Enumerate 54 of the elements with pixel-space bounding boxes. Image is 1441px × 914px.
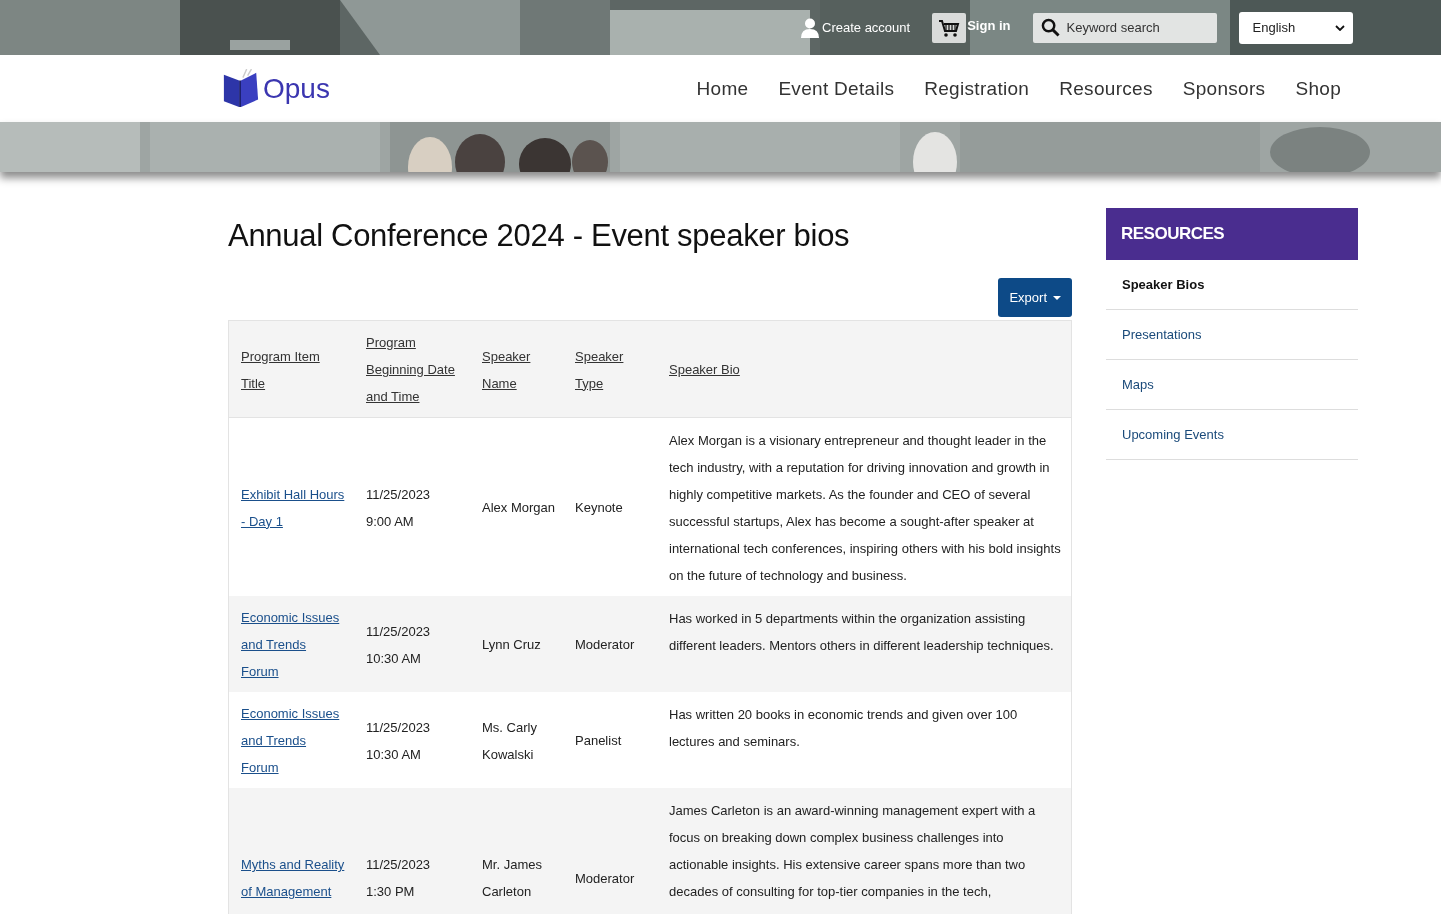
book-logo-icon <box>222 68 260 109</box>
page-title: Annual Conference 2024 - Event speaker bios <box>228 218 851 254</box>
sidebar-link[interactable]: Maps <box>1106 360 1358 410</box>
nav-link[interactable]: Resources <box>1059 77 1153 100</box>
column-header-link[interactable]: Program Item Title <box>241 342 346 397</box>
nav-link[interactable]: Home <box>696 77 749 100</box>
speaker-type-cell: Panelist <box>575 733 622 748</box>
column-header-link[interactable]: Program Beginning Date and Time <box>366 329 462 410</box>
speaker-name-cell: Lynn Cruz <box>482 637 541 652</box>
speaker-bio-cell: Has written 20 books in economic trends and given over 100 lectures and seminars. <box>669 707 1018 749</box>
time-cell: 9:00 AM <box>366 513 414 529</box>
sidebar-link[interactable]: Presentations <box>1106 310 1358 360</box>
caret-icon <box>1053 295 1061 300</box>
program-item-link[interactable]: Exhibit Hall Hours - Day 1 <box>241 480 346 535</box>
sidebar-link[interactable]: Speaker Bios <box>1106 260 1358 310</box>
date-cell: 11/25/2023 <box>366 486 431 502</box>
column-header-link[interactable]: Speaker Name <box>482 342 555 397</box>
column-header-link[interactable]: Speaker Type <box>575 342 649 397</box>
nav-link[interactable]: Sponsors <box>1182 77 1266 100</box>
nav-link[interactable]: Registration <box>924 77 1030 100</box>
sidebar-link[interactable]: Upcoming Events <box>1106 410 1358 460</box>
speaker-name-cell: Ms. Carly Kowalski <box>482 719 537 762</box>
program-item-link[interactable]: Economic Issues and Trends Forum <box>241 604 346 685</box>
brand-name: Opus <box>263 72 330 105</box>
search-icon <box>1040 17 1060 37</box>
speaker-bio-cell: Has worked in 5 departments within the organization assisting different leaders. Mentors others in different leadership techniques. <box>669 611 1054 653</box>
search-field[interactable]: Keyword search <box>1032 12 1217 43</box>
date-cell: 11/25/2023 <box>366 719 431 735</box>
time-cell: 10:30 AM <box>366 650 421 666</box>
date-cell: 11/25/2023 <box>366 623 431 639</box>
person-icon <box>801 17 819 38</box>
speaker-type-cell: Moderator <box>575 870 635 886</box>
speaker-type-cell: Keynote <box>575 500 623 515</box>
time-cell: 10:30 AM <box>366 746 421 762</box>
language-select[interactable]: English <box>1238 11 1353 44</box>
export-button[interactable]: Export <box>998 278 1072 317</box>
nav-link[interactable]: Shop <box>1295 77 1341 100</box>
speaker-bio-cell: James Carleton is an award-winning management expert with a focus on breaking down complex business challenges into actionable insights. His extensive career spans more than two decades of consulting for top-tier companies in the tech, <box>669 803 1036 899</box>
date-cell: 11/25/2023 <box>366 857 431 872</box>
program-item-link[interactable]: Economic Issues and Trends Forum <box>241 700 346 781</box>
speaker-type-cell: Moderator <box>575 637 635 652</box>
column-header-link[interactable]: Speaker Bio <box>669 356 1063 383</box>
cart-button[interactable] <box>932 12 967 43</box>
speaker-bio-cell: Alex Morgan is a visionary entrepreneur and thought leader in the tech industry, with a reputation for driving innovation and growth in highly competitive markets. As the founder and CEO of several successful startups, Alex has become a sought-after speaker at international tech conferences, inspiring others with his bold insights on the future of technology and business. <box>669 433 1061 583</box>
create-account-link[interactable]: Create account <box>801 17 911 38</box>
speaker-name-cell: Alex Morgan <box>482 500 555 515</box>
sidebar-heading: RESOURCES <box>1106 208 1358 260</box>
time-cell: 1:30 PM <box>366 884 415 899</box>
chevron-down-icon <box>1334 24 1345 31</box>
nav-link[interactable]: Event Details <box>778 77 895 100</box>
program-item-link[interactable]: Myths and Reality of Management <box>241 851 346 905</box>
cart-icon <box>938 17 961 38</box>
sign-in-link[interactable]: Sign in <box>967 18 1011 33</box>
speaker-name-cell: Mr. James Carleton <box>482 857 542 899</box>
